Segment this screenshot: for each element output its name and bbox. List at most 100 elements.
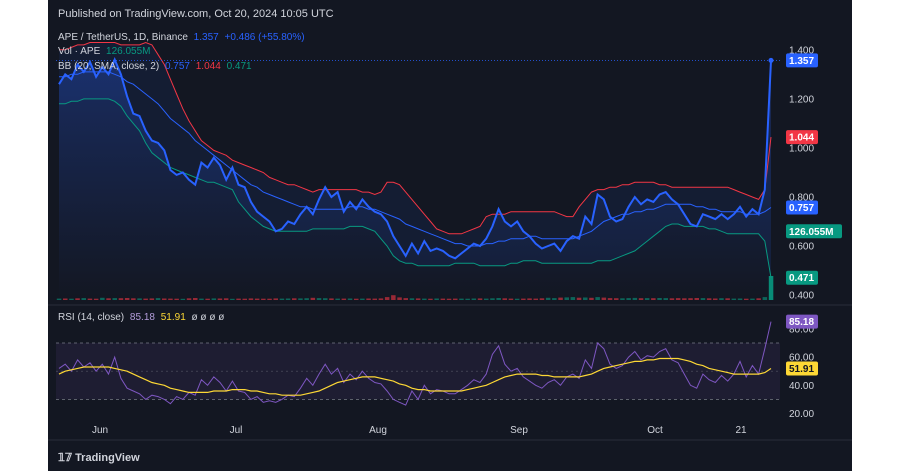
- price-badge-label: 1.357: [789, 56, 814, 67]
- volume-bar: [124, 298, 130, 300]
- volume-bar: [391, 295, 396, 300]
- volume-bar: [341, 298, 347, 300]
- volume-bar: [168, 298, 173, 300]
- price-legend: APE / TetherUS, 1D, Binance 1.357 +0.486…: [58, 32, 308, 43]
- volume-bar: [644, 298, 650, 300]
- volume-bar: [564, 297, 569, 300]
- volume-bar: [471, 298, 477, 300]
- volume-bar: [384, 297, 390, 300]
- x-axis-label: Jun: [92, 425, 108, 436]
- volume-bar: [446, 298, 452, 300]
- volume-bar: [267, 298, 272, 300]
- volume-bar: [316, 298, 322, 300]
- volume-bar: [372, 298, 377, 300]
- volume-bar: [521, 298, 526, 300]
- volume-bar: [310, 297, 316, 300]
- volume-bar: [682, 298, 687, 300]
- volume-bar: [217, 298, 223, 300]
- x-axis-label: Jul: [230, 425, 243, 436]
- volume-bar: [118, 298, 124, 300]
- volume-bar: [409, 298, 415, 300]
- rsi-tick-label: 20.00: [789, 409, 814, 420]
- price-badge-label: 0.757: [789, 203, 814, 214]
- volume-bar: [254, 298, 260, 300]
- volume-bar: [713, 298, 718, 300]
- volume-bar: [63, 298, 68, 300]
- volume-bar: [56, 298, 62, 300]
- volume-bar: [583, 297, 588, 300]
- volume-bar: [632, 297, 638, 300]
- symbol-label: APE / TetherUS, 1D, Binance: [58, 32, 188, 43]
- x-axis-label: 21: [735, 425, 747, 436]
- price-tick-label: 0.400: [789, 291, 814, 302]
- volume-bar: [304, 298, 309, 300]
- volume-bar: [143, 298, 148, 300]
- volume-bar: [484, 298, 489, 300]
- volume-bar: [230, 298, 235, 300]
- volume-bar: [496, 298, 501, 300]
- volume-bar: [205, 298, 210, 300]
- volume-bar: [174, 298, 179, 300]
- rsi-ma-value: 51.91: [160, 312, 186, 323]
- volume-bar: [199, 298, 204, 300]
- volume-bar: [335, 298, 340, 300]
- price-change: +0.486 (+55.80%): [224, 32, 305, 43]
- volume-bar: [155, 298, 161, 300]
- volume-legend: Vol · APE 126.055M: [58, 46, 154, 57]
- published-header: Published on TradingView.com, Oct 20, 20…: [58, 8, 334, 20]
- volume-bar: [285, 298, 291, 300]
- volume-bar: [403, 298, 408, 300]
- volume-bar: [508, 298, 514, 300]
- volume-bar: [378, 298, 384, 300]
- volume-bar: [180, 298, 186, 300]
- volume-bar: [750, 298, 755, 300]
- volume-bar: [558, 297, 563, 300]
- price-badge-label: 0.471: [789, 273, 814, 284]
- volume-bar: [93, 298, 99, 300]
- volume-bar: [75, 298, 80, 300]
- volume-bar: [81, 298, 86, 300]
- price-tick-label: 0.600: [789, 242, 814, 253]
- volume-bar: [112, 298, 117, 300]
- volume-bar: [675, 298, 681, 300]
- volume-bar: [731, 298, 737, 300]
- rsi-badge-label: 85.18: [789, 317, 814, 328]
- volume-bar: [87, 298, 93, 300]
- volume-bar: [756, 298, 761, 300]
- volume-bar: [137, 298, 142, 300]
- rsi-badge-label: 51.91: [789, 364, 814, 375]
- volume-bar: [477, 298, 483, 300]
- volume-bar: [186, 298, 192, 300]
- volume-bar: [360, 298, 365, 300]
- volume-bar: [422, 298, 427, 300]
- bb-lower-value: 0.471: [226, 61, 252, 72]
- volume-bar: [292, 298, 297, 300]
- volume-value: 126.055M: [106, 46, 151, 57]
- volume-bar: [354, 298, 359, 300]
- volume-bar: [329, 298, 334, 300]
- volume-bar: [651, 298, 656, 300]
- volume-bar: [502, 298, 507, 300]
- volume-bar: [248, 298, 254, 300]
- volume-bar: [149, 298, 155, 300]
- volume-bar: [576, 297, 582, 300]
- volume-bar: [706, 298, 712, 300]
- volume-bar: [242, 298, 247, 300]
- volume-bar: [737, 298, 743, 300]
- rsi-legend: RSI (14, close) 85.18 51.91 ø ø ø ø: [58, 312, 227, 323]
- volume-bar: [323, 298, 328, 300]
- volume-bar: [694, 298, 699, 300]
- rsi-empty-values: ø ø ø ø: [191, 312, 225, 323]
- volume-bar: [545, 297, 551, 300]
- volume-bar: [700, 298, 706, 300]
- volume-bar: [223, 298, 229, 300]
- volume-bar: [570, 297, 576, 300]
- volume-bar: [614, 298, 619, 300]
- volume-bar: [744, 298, 749, 300]
- tradingview-brand[interactable]: 𝟙𝟟 TradingView: [58, 451, 140, 464]
- volume-bar: [397, 297, 402, 300]
- volume-bar: [100, 297, 105, 300]
- volume-bar: [428, 298, 433, 300]
- volume-bar: [211, 298, 217, 300]
- x-axis-label: Sep: [510, 425, 528, 436]
